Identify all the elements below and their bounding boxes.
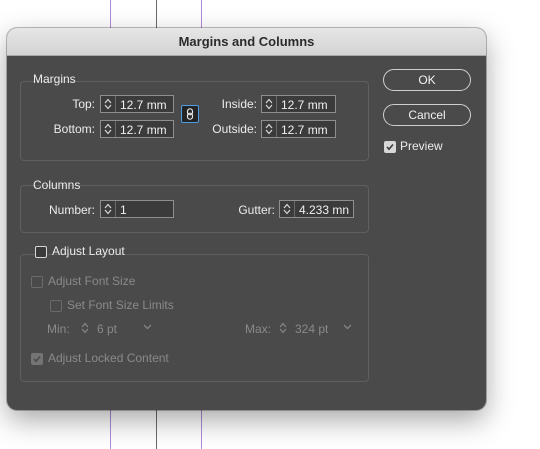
max-font-size-value: 324 pt — [295, 322, 329, 336]
gutter-stepper[interactable] — [280, 201, 295, 217]
margin-guide-right — [201, 0, 202, 28]
bottom-margin-field[interactable]: 12.7 mm — [100, 120, 174, 138]
number-of-columns-value: 1 — [120, 203, 127, 217]
adjust-font-size-label: Adjust Font Size — [48, 274, 136, 288]
checkmark-icon — [33, 355, 41, 363]
outside-margin-stepper[interactable] — [262, 121, 277, 137]
min-font-size-field[interactable]: 6 pt — [77, 319, 159, 337]
adjust-locked-content-checkbox[interactable] — [31, 353, 43, 365]
stepper-arrows-icon — [104, 98, 112, 110]
stepper-arrows-icon — [283, 203, 291, 215]
outside-margin-field[interactable]: 12.7 mm — [261, 120, 336, 138]
inside-margin-stepper[interactable] — [262, 96, 277, 112]
stepper-arrows-icon — [265, 98, 273, 110]
preview-label: Preview — [400, 139, 443, 153]
dialog-title: Margins and Columns — [178, 34, 315, 49]
gutter-field[interactable]: 4.233 mn — [279, 200, 354, 218]
checkmark-icon — [386, 143, 394, 151]
stepper-arrows-icon — [104, 203, 112, 215]
dialog-titlebar: Margins and Columns — [7, 28, 486, 56]
chevron-down-icon — [143, 324, 152, 330]
chain-link-icon — [186, 108, 194, 120]
set-font-size-limits-checkbox[interactable] — [50, 300, 62, 312]
adjust-layout-checkbox[interactable] — [35, 246, 47, 258]
inside-margin-value: 12.7 mm — [281, 98, 328, 112]
inside-margin-field[interactable]: 12.7 mm — [261, 95, 336, 113]
gutter-label: Gutter: — [238, 203, 275, 217]
number-label: Number: — [48, 203, 95, 217]
number-of-columns-field[interactable]: 1 — [100, 200, 174, 218]
ok-button[interactable]: OK — [383, 69, 471, 91]
top-label: Top: — [72, 97, 95, 111]
stepper-arrows-icon — [279, 322, 287, 334]
adjust-locked-content-label: Adjust Locked Content — [48, 351, 169, 365]
number-of-columns-stepper[interactable] — [101, 201, 116, 217]
margin-guide-right — [201, 410, 202, 449]
stepper-arrows-icon — [104, 123, 112, 135]
bottom-margin-stepper[interactable] — [101, 121, 116, 137]
chevron-down-icon — [343, 324, 352, 330]
top-margin-field[interactable]: 12.7 mm — [100, 95, 174, 113]
columns-heading: Columns — [33, 178, 81, 192]
top-margin-value: 12.7 mm — [120, 98, 167, 112]
gutter-value: 4.233 mn — [299, 203, 350, 217]
stepper-arrows-icon — [265, 123, 273, 135]
min-font-size-value: 6 pt — [97, 322, 118, 336]
margins-heading: Margins — [33, 72, 76, 86]
adjust-layout-label: Adjust Layout — [52, 244, 125, 258]
margin-guide-left — [110, 410, 111, 449]
page-edge-guide — [156, 410, 157, 449]
set-font-size-limits-label: Set Font Size Limits — [67, 298, 174, 312]
max-font-size-stepper[interactable] — [276, 320, 291, 336]
bottom-label: Bottom: — [53, 122, 95, 136]
bottom-margin-value: 12.7 mm — [120, 123, 167, 137]
max-label: Max: — [245, 322, 272, 336]
page-edge-guide — [156, 0, 157, 28]
outside-margin-value: 12.7 mm — [281, 123, 328, 137]
preview-checkbox[interactable] — [384, 141, 396, 153]
inside-label: Inside: — [221, 97, 257, 111]
link-margins-button[interactable] — [181, 105, 199, 123]
min-font-size-stepper[interactable] — [78, 320, 93, 336]
max-font-size-field[interactable]: 324 pt — [275, 319, 359, 337]
margins-and-columns-dialog: Margins and Columns Margins Top: 12.7 mm… — [7, 28, 486, 410]
cancel-button[interactable]: Cancel — [383, 104, 471, 126]
outside-label: Outside: — [212, 122, 257, 136]
top-margin-stepper[interactable] — [101, 96, 116, 112]
min-label: Min: — [47, 322, 70, 336]
adjust-font-size-checkbox[interactable] — [31, 276, 43, 288]
margin-guide-left — [110, 0, 111, 28]
stepper-arrows-icon — [81, 322, 89, 334]
